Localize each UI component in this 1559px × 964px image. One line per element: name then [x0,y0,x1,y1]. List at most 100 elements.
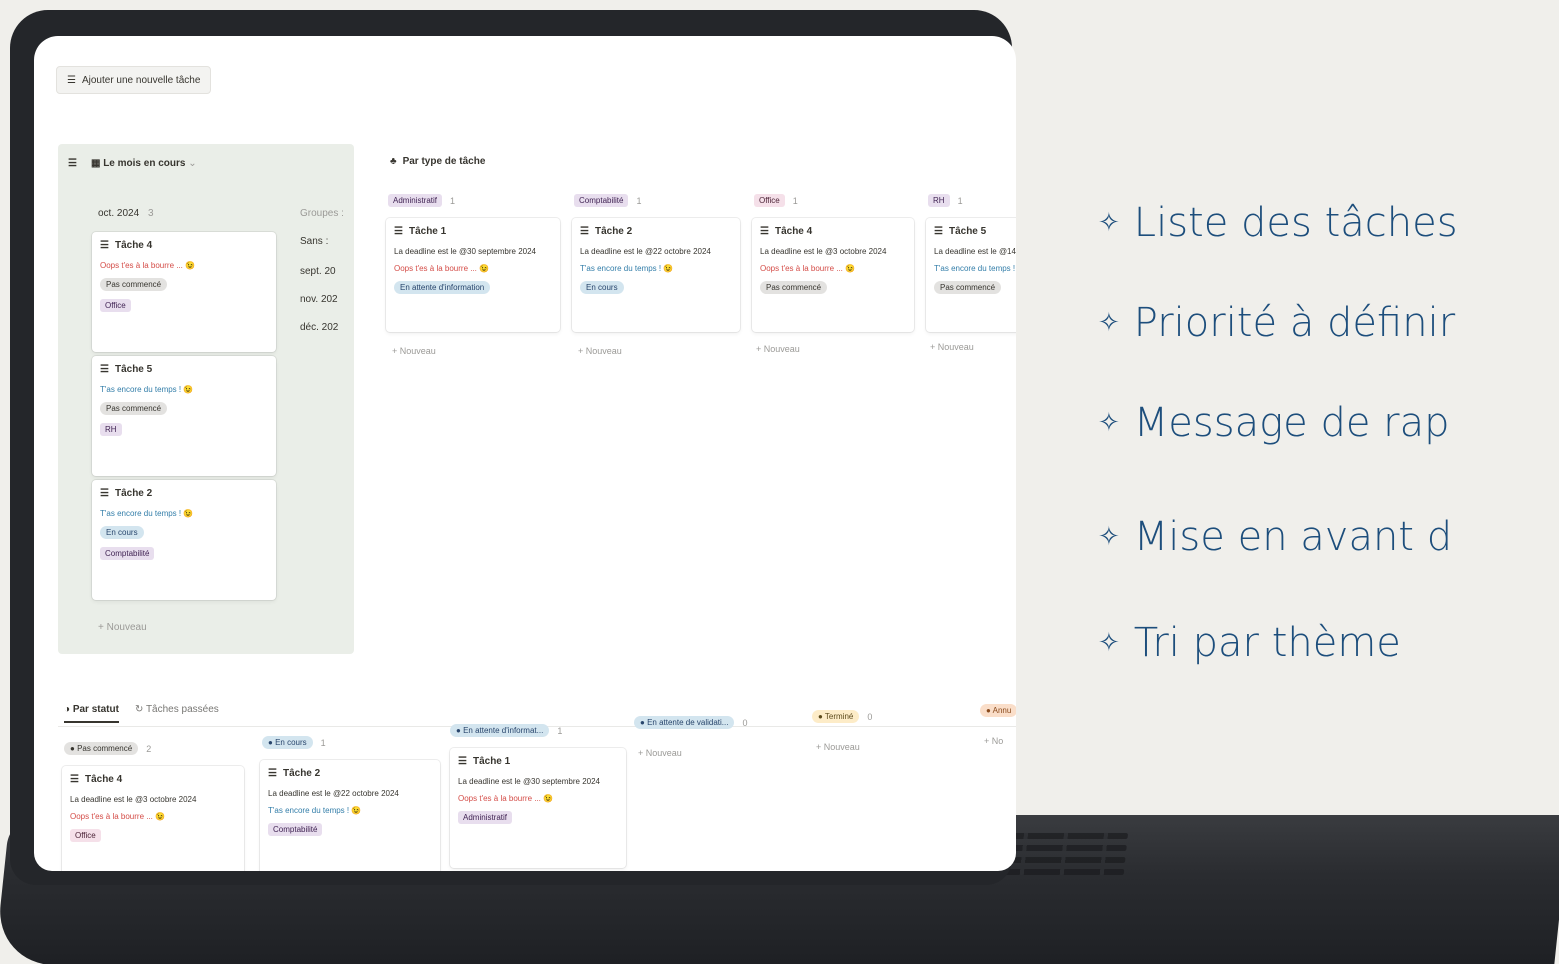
new-task-link[interactable]: + Nouveau [638,748,682,758]
four-point-star-icon: ✧ [1098,628,1120,658]
task-title: Tâche 2 [594,226,633,237]
task-title: Tâche 4 [114,240,153,251]
feature-text: Priorité à définir [1133,300,1456,346]
status-task-card[interactable]: ☰ Tâche 1 La deadline est le @30 septembr… [450,748,626,868]
new-task-link[interactable]: + Nouveau [816,742,860,752]
type-task-card[interactable]: ☰ Tâche 2 La deadline est le @22 octobre … [572,218,740,332]
column-badge: ● Pas commencé [64,742,139,755]
column-count: 0 [867,711,873,722]
task-message: Oops t'es à la bourre ... 😉 [458,794,554,803]
calendar-task-card[interactable]: ☰ Tâche 4 Oops t'es à la bourre ... 😉 Pas… [92,232,276,352]
column-badge-label: Annu [992,706,1012,715]
column-tag: Administratif [388,194,443,207]
type-board-title-label: Par type de tâche [402,156,486,167]
four-point-star-icon: ✧ [1098,208,1120,238]
task-message: T'as encore du temps ! 😉 [268,806,362,815]
column-count: 1 [792,195,798,206]
feature-item: ✧ Liste des tâches [1098,200,1458,246]
tab-par-statut-label: Par statut [72,704,119,715]
task-deadline: La deadline est le @30 septembre 2024 [394,247,536,256]
calendar-month-label: oct. 2024 [98,208,140,219]
feature-item: ✧ Tri par thème [1098,620,1401,666]
tab-taches-passees[interactable]: ↻ Tâches passées [135,704,219,723]
four-point-star-icon: ✧ [1098,522,1120,552]
feature-text: Mise en avant d [1133,514,1453,560]
column-count: 0 [742,717,748,728]
feature-item: ✧ Mise en avant d [1098,514,1452,560]
status-task-card[interactable]: ☰ Tâche 2 La deadline est le @22 octobre … [260,760,440,871]
type-tag: Administratif [458,811,513,824]
checklist-icon: ☰ [70,774,79,785]
calendar-header: ☰ ▦ Le mois en cours ⌄ [68,158,197,169]
status-column-header[interactable]: ● En cours 1 [262,736,326,749]
type-task-card[interactable]: ☰ Tâche 5 La deadline est le @14 o T'as e… [926,218,1016,332]
column-badge-label: Pas commencé [77,744,133,753]
feature-item: ✧ Message de rap [1098,400,1450,446]
feature-text: Liste des tâches [1133,200,1458,246]
tab-par-statut[interactable]: ◑ Par statut [64,704,119,723]
calendar-group-item[interactable]: nov. 202 [300,294,338,305]
new-task-link[interactable]: + No [984,736,1003,746]
calendar-group-item[interactable]: Sans : [300,236,328,247]
calendar-group-item[interactable]: sept. 20 [300,266,336,277]
add-task-button[interactable]: ☰ Ajouter une nouvelle tâche [56,66,212,94]
type-task-card[interactable]: ☰ Tâche 4 La deadline est le @3 octobre 2… [752,218,914,332]
type-column-header[interactable]: Comptabilité 1 [574,194,641,207]
type-column-header[interactable]: RH 1 [928,194,963,207]
column-badge: ● En cours [262,736,313,749]
status-badge: Pas commencé [100,402,168,415]
type-tag: Comptabilité [100,547,155,560]
status-column-header[interactable]: ● Pas commencé 2 [64,742,151,755]
status-badge: En attente d'information [394,281,491,294]
task-title: Tâche 1 [472,756,511,767]
new-task-link[interactable]: + Nouveau [756,344,800,354]
add-task-label: Ajouter une nouvelle tâche [81,74,201,86]
task-message: T'as encore du temps ! 😉 [100,509,194,518]
status-task-card[interactable]: ☰ Tâche 4 La deadline est le @3 octobre 2… [62,766,244,871]
column-badge-label: En cours [275,738,307,747]
feature-text: Tri par thème [1133,620,1401,666]
task-title: Tâche 5 [948,226,987,237]
task-deadline: La deadline est le @14 o [934,247,1016,256]
column-count: 1 [957,195,963,206]
task-title: Tâche 4 [774,226,813,237]
calendar-icon: ▦ [90,158,101,169]
status-badge: Pas commencé [100,278,168,291]
column-badge: ● Annu [980,704,1016,717]
calendar-task-card[interactable]: ☰ Tâche 2 T'as encore du temps ! 😉 En cou… [92,480,276,600]
task-message: Oops t'es à la bourre ... 😉 [100,261,196,270]
task-message: T'as encore du temps ! 😉 [580,264,674,273]
task-deadline: La deadline est le @3 octobre 2024 [760,247,887,256]
task-message: Oops t'es à la bourre ... 😉 [394,264,490,273]
new-task-link[interactable]: + Nouveau [392,346,436,356]
calendar-panel: ☰ ▦ Le mois en cours ⌄ oct. 2024 3 Group… [58,144,354,654]
new-task-link[interactable]: + Nouveau [930,342,974,352]
task-title: Tâche 5 [114,364,153,375]
calendar-task-card[interactable]: ☰ Tâche 5 T'as encore du temps ! 😉 Pas co… [92,356,276,476]
checklist-icon: ☰ [67,74,76,86]
column-badge: ● En attente d'informat... [450,724,550,737]
task-message: T'as encore du temps ! [934,264,1016,273]
calendar-month[interactable]: oct. 2024 3 [98,208,154,219]
status-column-header[interactable]: ● En attente de validati... 0 [634,716,747,729]
four-point-star-icon: ✧ [1098,308,1120,338]
four-point-star-icon: ✧ [1098,408,1120,438]
new-task-link[interactable]: + Nouveau [578,346,622,356]
column-count: 1 [636,195,642,206]
calendar-view-selector[interactable]: ▦ Le mois en cours ⌄ [91,158,197,169]
type-column-header[interactable]: Office 1 [754,194,798,207]
feature-item: ✧ Priorité à définir [1098,300,1455,346]
task-message: Oops t'es à la bourre ... 😉 [760,264,856,273]
type-task-card[interactable]: ☰ Tâche 1 La deadline est le @30 septembr… [386,218,560,332]
task-message: T'as encore du temps ! 😉 [100,385,194,394]
column-tag: Comptabilité [574,194,629,207]
calendar-group-item[interactable]: déc. 202 [300,322,338,333]
status-column-header[interactable]: ● Terminé 0 [812,710,872,723]
type-column-header[interactable]: Administratif 1 [388,194,455,207]
status-column-header[interactable]: ● Annu [980,704,1016,717]
column-count: 1 [557,725,563,736]
status-column-header[interactable]: ● En attente d'informat... 1 [450,724,562,737]
new-task-link[interactable]: + Nouveau [98,622,147,633]
task-deadline: La deadline est le @3 octobre 2024 [70,795,197,804]
calendar-month-count: 3 [147,208,154,219]
